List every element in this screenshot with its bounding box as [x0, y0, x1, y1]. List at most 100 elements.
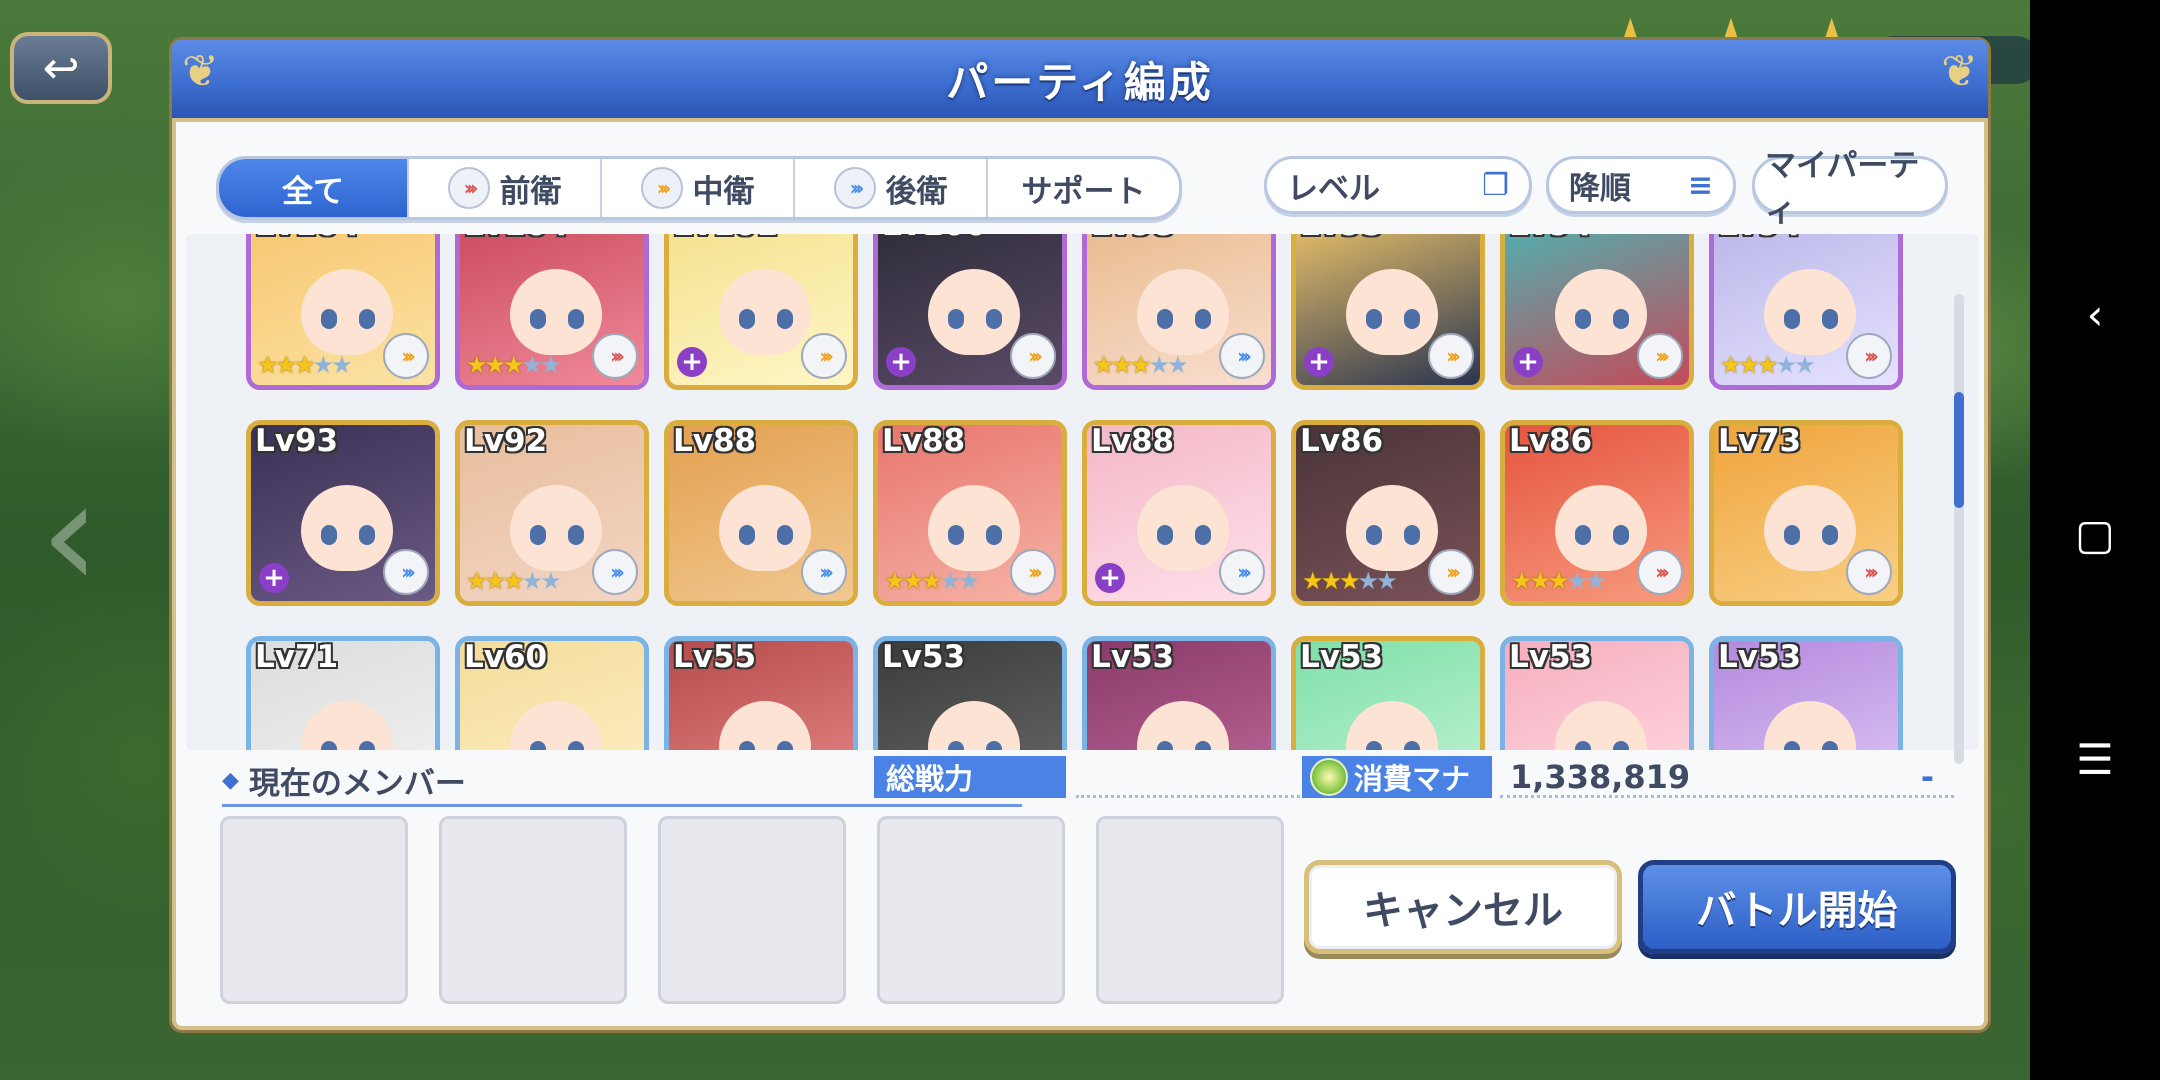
character-card[interactable]: Lv60	[455, 636, 649, 750]
character-card[interactable]: Lv55	[664, 636, 858, 750]
sort-key-button[interactable]: レベル ❐	[1264, 156, 1532, 214]
character-eye	[1575, 741, 1591, 750]
sort-key-label: レベル	[1287, 170, 1380, 207]
orange-role-icon: ›››	[1637, 333, 1683, 379]
character-card[interactable]: Lv93 + ›››	[246, 420, 440, 606]
android-back-icon[interactable]: ‹	[2030, 290, 2160, 339]
character-eye	[321, 741, 337, 750]
character-card[interactable]: Lv53	[873, 636, 1067, 750]
character-card[interactable]: Lv53	[1082, 636, 1276, 750]
unique-equip-icon: +	[1513, 347, 1543, 377]
current-members-text: 現在のメンバー	[248, 765, 466, 802]
character-eye	[1822, 525, 1838, 545]
tab-support[interactable]: サポート	[988, 159, 1179, 217]
unique-equip-icon: +	[886, 347, 916, 377]
character-card[interactable]: Lv94 ★★★★★ ›››	[1709, 234, 1903, 390]
middle-role-icon: ›››	[640, 167, 683, 209]
character-card[interactable]: Lv86 ★★★★★ ›››	[1291, 420, 1485, 606]
character-card[interactable]: Lv73 ›››	[1709, 420, 1903, 606]
sort-order-button[interactable]: 降順 ≡	[1546, 156, 1736, 214]
character-eye	[739, 741, 755, 750]
character-card[interactable]: Lv95 + ›››	[1291, 234, 1485, 390]
character-card[interactable]: Lv86 ★★★★★ ›››	[1500, 420, 1694, 606]
character-level: Lv94	[1718, 234, 1801, 243]
character-face	[928, 485, 1020, 571]
character-eye	[1575, 525, 1591, 545]
role-filter-tabs: 全て ››› 前衛 ››› 中衛 ››› 後衛 サポート	[216, 156, 1182, 220]
character-eye	[568, 525, 584, 545]
character-card[interactable]: Lv88 ›››	[664, 420, 858, 606]
character-eye	[1613, 525, 1629, 545]
character-eye	[1784, 525, 1800, 545]
character-level: Lv86	[1509, 423, 1593, 459]
tab-middle[interactable]: ››› 中衛	[602, 159, 795, 217]
corner-ornament-icon: ❦	[1941, 46, 1978, 97]
member-slot[interactable]	[877, 816, 1065, 1004]
tab-back[interactable]: ››› 後衛	[795, 159, 988, 217]
member-slot[interactable]	[658, 816, 846, 1004]
character-face	[1346, 269, 1438, 355]
blue-role-icon: ›››	[383, 549, 429, 595]
character-eye	[1613, 741, 1629, 750]
character-eye	[739, 309, 755, 329]
red-role-icon: ›››	[592, 333, 638, 379]
android-menu-icon[interactable]: ☰	[2030, 735, 2160, 784]
character-eye	[986, 525, 1002, 545]
character-card[interactable]: Lv92 ★★★★★ ›››	[455, 420, 649, 606]
character-card[interactable]: Lv101 + ›››	[664, 234, 858, 390]
character-card[interactable]: Lv100 + ›››	[873, 234, 1067, 390]
character-eye	[568, 741, 584, 750]
tab-front[interactable]: ››› 前衛	[409, 159, 602, 217]
character-eye	[1822, 309, 1838, 329]
character-card[interactable]: Lv104 ★★★★★ ›››	[246, 234, 440, 390]
sort-options-icon: ❐	[1482, 167, 1509, 203]
character-face	[1764, 269, 1856, 355]
character-card[interactable]: Lv98 ★★★★★ ›››	[1082, 234, 1276, 390]
character-card[interactable]: Lv88 + ›››	[1082, 420, 1276, 606]
tab-label: 前衛	[499, 173, 562, 210]
character-face	[510, 701, 602, 750]
grid-scrollbar[interactable]	[1954, 294, 1964, 764]
tab-label: 後衛	[885, 173, 948, 210]
cancel-button[interactable]: キャンセル	[1304, 860, 1622, 954]
character-face	[1137, 485, 1229, 571]
character-face	[301, 701, 393, 750]
character-eye	[568, 309, 584, 329]
character-level: Lv60	[464, 639, 548, 675]
tab-all[interactable]: 全て	[219, 159, 409, 217]
member-slot[interactable]	[439, 816, 627, 1004]
character-eye	[1157, 741, 1173, 750]
mana-amount: 1,338,819	[1510, 758, 1691, 796]
character-eye	[986, 741, 1002, 750]
member-slot[interactable]	[1096, 816, 1284, 1004]
character-card[interactable]: Lv94 + ›››	[1500, 234, 1694, 390]
android-nav-bar: ‹ ▢ ☰	[2030, 0, 2160, 1080]
character-level: Lv53	[1300, 639, 1384, 675]
character-level: Lv101	[673, 234, 778, 243]
character-card[interactable]: Lv53	[1709, 636, 1903, 750]
scroll-left-arrow-icon: ‹	[40, 448, 100, 622]
character-card[interactable]: Lv104 ★★★★★ ›››	[455, 234, 649, 390]
back-button[interactable]: ↩	[10, 32, 112, 104]
scrollbar-thumb[interactable]	[1954, 392, 1964, 508]
unique-equip-icon: +	[677, 347, 707, 377]
battle-start-button[interactable]: バトル開始	[1638, 860, 1956, 954]
android-home-icon[interactable]: ▢	[2030, 510, 2160, 559]
character-card[interactable]: Lv53	[1500, 636, 1694, 750]
rarity-stars: ★★★★★	[884, 567, 980, 595]
mana-cost-text: 消費マナ	[1354, 762, 1471, 796]
character-eye	[1404, 741, 1420, 750]
character-card[interactable]: Lv88 ★★★★★ ›››	[873, 420, 1067, 606]
character-eye	[739, 525, 755, 545]
character-card[interactable]: Lv53	[1291, 636, 1485, 750]
character-eye	[1366, 309, 1382, 329]
character-level: Lv93	[255, 423, 339, 459]
member-slot[interactable]	[220, 816, 408, 1004]
diamond-bullet-icon: ◆	[222, 767, 239, 793]
sort-lines-icon: ≡	[1687, 167, 1713, 203]
character-card[interactable]: Lv71	[246, 636, 440, 750]
character-grid: Lv104★★★★★›››Lv104★★★★★››› Lv101 + ››› Lv100…	[186, 234, 1978, 750]
orange-role-icon: ›››	[1428, 549, 1474, 595]
my-party-button[interactable]: マイパーティ	[1752, 148, 1948, 229]
character-face	[510, 269, 602, 355]
